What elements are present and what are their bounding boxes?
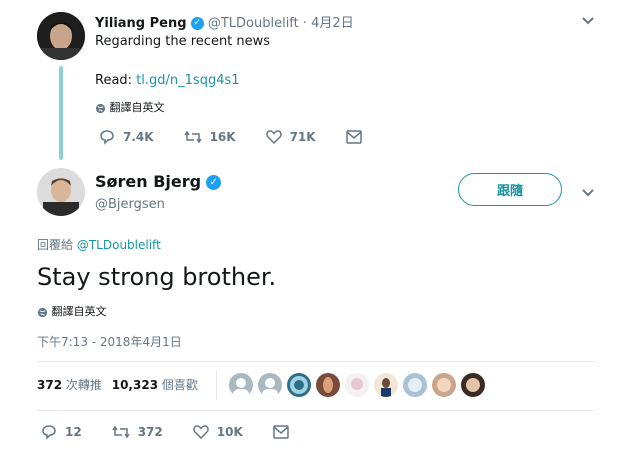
liker-avatar[interactable] (258, 373, 282, 397)
reply-button[interactable]: 12 (41, 424, 82, 440)
reply-prefix: 回覆給 (37, 238, 74, 252)
thread-line (59, 66, 63, 160)
parent-name[interactable]: Yiliang Peng (95, 16, 187, 31)
read-label: Read: (95, 73, 133, 88)
liker-avatar[interactable] (345, 373, 369, 397)
main-text: Stay strong brother. (37, 263, 277, 291)
parent-translate[interactable]: 翻譯自英文 (95, 99, 165, 115)
main-caret[interactable] (580, 184, 596, 200)
liker-avatar[interactable] (403, 373, 427, 397)
stats-row: 372 次轉推 10,323 個喜歡 (37, 376, 198, 393)
bjergsen-avatar[interactable] (37, 168, 85, 216)
parent-read: Read: tl.gd/n_1sqg4s1 (95, 73, 240, 88)
divider (37, 410, 596, 411)
reply-to-handle[interactable]: @TLDoublelift (77, 238, 161, 252)
retweet-stat-label: 次轉推 (65, 378, 102, 392)
main-actions: 12 372 10K (41, 424, 289, 440)
like-stat-count: 10,323 (111, 378, 159, 392)
follow-button[interactable]: 跟隨 (458, 173, 562, 206)
globe-icon (95, 103, 106, 113)
like-count: 10K (216, 425, 243, 439)
like-stat[interactable]: 10,323 個喜歡 (112, 378, 198, 392)
reply-to: 回覆給 @TLDoublelift (37, 236, 161, 253)
heart-icon (192, 425, 209, 440)
main-name-row: Søren Bjerg ✓ (95, 172, 222, 191)
main-name[interactable]: Søren Bjerg (95, 172, 201, 191)
envelope-icon (273, 425, 289, 439)
retweet-count: 16K (209, 130, 236, 144)
dm-button[interactable] (273, 424, 289, 440)
verified-icon: ✓ (190, 17, 204, 30)
parent-handle[interactable]: @TLDoublelift (208, 16, 299, 31)
retweet-stat[interactable]: 372 次轉推 (37, 378, 106, 392)
liker-avatar[interactable] (461, 373, 485, 397)
liker-avatar[interactable] (229, 373, 253, 397)
parent-translate-label: 翻譯自英文 (109, 101, 165, 114)
heart-icon (265, 130, 282, 145)
like-count: 71K (289, 130, 316, 144)
globe-icon (37, 307, 48, 317)
chevron-down-icon (582, 189, 594, 197)
retweet-stat-count: 372 (37, 378, 63, 392)
parent-link[interactable]: tl.gd/n_1sqg4s1 (136, 73, 239, 88)
retweet-count: 372 (137, 425, 163, 439)
avatar-image (37, 12, 85, 60)
parent-caret[interactable] (580, 12, 596, 28)
parent-actions: 7.4K 16K 71K (99, 129, 362, 145)
dm-button[interactable] (345, 129, 362, 145)
avatar-image (37, 168, 85, 216)
retweet-button[interactable]: 372 (112, 424, 163, 440)
reply-button[interactable]: 7.4K (99, 129, 154, 145)
parent-header: Yiliang Peng ✓ @TLDoublelift · 4月2日 (95, 12, 354, 31)
reply-icon (100, 130, 114, 145)
reply-icon (42, 425, 56, 440)
like-button[interactable]: 10K (192, 424, 243, 440)
stats-divider (216, 370, 217, 400)
chevron-down-icon (582, 17, 594, 25)
envelope-icon (345, 130, 362, 144)
liker-avatar[interactable] (432, 373, 456, 397)
parent-text: Regarding the recent news (95, 34, 271, 49)
like-button[interactable]: 71K (265, 129, 316, 145)
yiliang-avatar[interactable] (37, 12, 85, 60)
liker-avatar[interactable] (374, 373, 398, 397)
reply-count: 7.4K (123, 130, 154, 144)
like-stat-label: 個喜歡 (161, 378, 198, 392)
verified-icon: ✓ (206, 175, 222, 190)
reply-count: 12 (65, 425, 82, 439)
divider (37, 361, 596, 362)
liker-avatar[interactable] (287, 373, 311, 397)
main-translate-label: 翻譯自英文 (51, 305, 107, 318)
follow-label: 跟隨 (496, 184, 523, 199)
retweet-icon (183, 130, 202, 144)
main-timestamp[interactable]: 下午7:13 - 2018年4月1日 (37, 333, 182, 350)
main-handle[interactable]: @Bjergsen (95, 197, 165, 212)
main-translate[interactable]: 翻譯自英文 (37, 303, 107, 319)
parent-date[interactable]: · 4月2日 (303, 16, 354, 31)
retweet-button[interactable]: 16K (183, 129, 236, 145)
liker-avatar[interactable] (316, 373, 340, 397)
retweet-icon (112, 425, 130, 439)
